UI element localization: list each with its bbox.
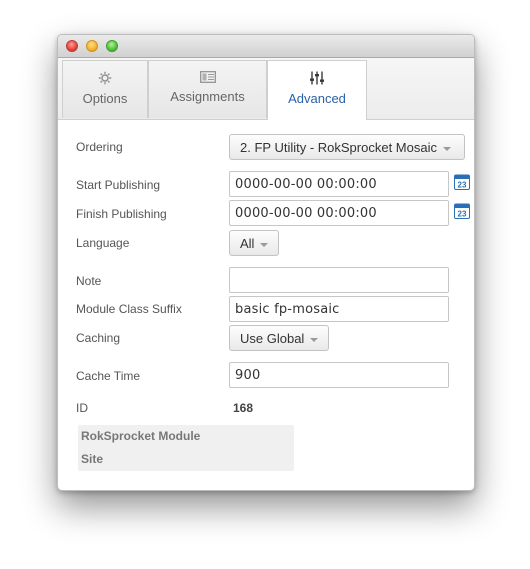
tab-assignments[interactable]: Assignments — [148, 60, 267, 118]
cache-time-label: Cache Time — [76, 369, 141, 383]
assignments-icon — [149, 71, 266, 86]
ordering-value: 2. FP Utility - RokSprocket Mosaic — [240, 140, 437, 155]
sliders-icon — [268, 71, 366, 88]
tab-options-label: Options — [82, 91, 128, 106]
gear-icon — [63, 71, 147, 88]
zoom-window-button[interactable] — [106, 40, 118, 52]
tab-bar: Options Assignments Advanced — [58, 58, 474, 120]
caching-select[interactable]: Use Global — [229, 325, 330, 351]
note-label: Note — [76, 274, 102, 288]
calendar-icon-text: 23 — [458, 181, 467, 190]
ordering-select[interactable]: 2. FP Utility - RokSprocket Mosaic — [229, 134, 465, 160]
module-type: RokSprocket Module — [81, 429, 201, 443]
module-client: Site — [81, 452, 104, 466]
language-select[interactable]: All — [229, 230, 280, 256]
title-bar — [58, 35, 474, 58]
start-publishing-label: Start Publishing — [76, 178, 161, 192]
language-value: All — [240, 236, 255, 251]
ordering-label: Ordering — [76, 140, 123, 154]
finish-publishing-input[interactable]: 0000-00-00 00:00:00 — [229, 200, 449, 226]
finish-publishing-label: Finish Publishing — [76, 207, 167, 221]
minimize-window-button[interactable] — [86, 40, 98, 52]
close-window-button[interactable] — [66, 40, 78, 52]
language-label: Language — [76, 236, 130, 250]
id-value: 168 — [233, 401, 254, 415]
note-input[interactable] — [229, 267, 449, 293]
chevron-down-icon — [260, 242, 269, 247]
start-publishing-input[interactable]: 0000-00-00 00:00:00 — [229, 171, 449, 197]
cache-time-input[interactable]: 900 — [229, 362, 449, 388]
caching-label: Caching — [76, 331, 121, 345]
module-settings-window: Options Assignments Advanced Ordering 2.… — [57, 34, 475, 491]
calendar-icon-text: 23 — [458, 210, 467, 219]
chevron-down-icon — [310, 337, 319, 342]
module-class-suffix-input[interactable]: basic fp-mosaic — [229, 296, 449, 322]
module-info-box: RokSprocket Module Site — [78, 425, 294, 471]
id-label: ID — [76, 401, 88, 415]
caching-value: Use Global — [240, 331, 305, 346]
tab-advanced[interactable]: Advanced — [267, 60, 367, 120]
tab-options[interactable]: Options — [62, 60, 148, 118]
calendar-icon[interactable]: 23 — [454, 203, 470, 219]
module-class-suffix-label: Module Class Suffix — [76, 302, 182, 316]
chevron-down-icon — [442, 146, 451, 151]
calendar-icon[interactable]: 23 — [454, 174, 470, 190]
tab-assignments-label: Assignments — [170, 89, 245, 104]
tab-advanced-label: Advanced — [288, 91, 346, 106]
